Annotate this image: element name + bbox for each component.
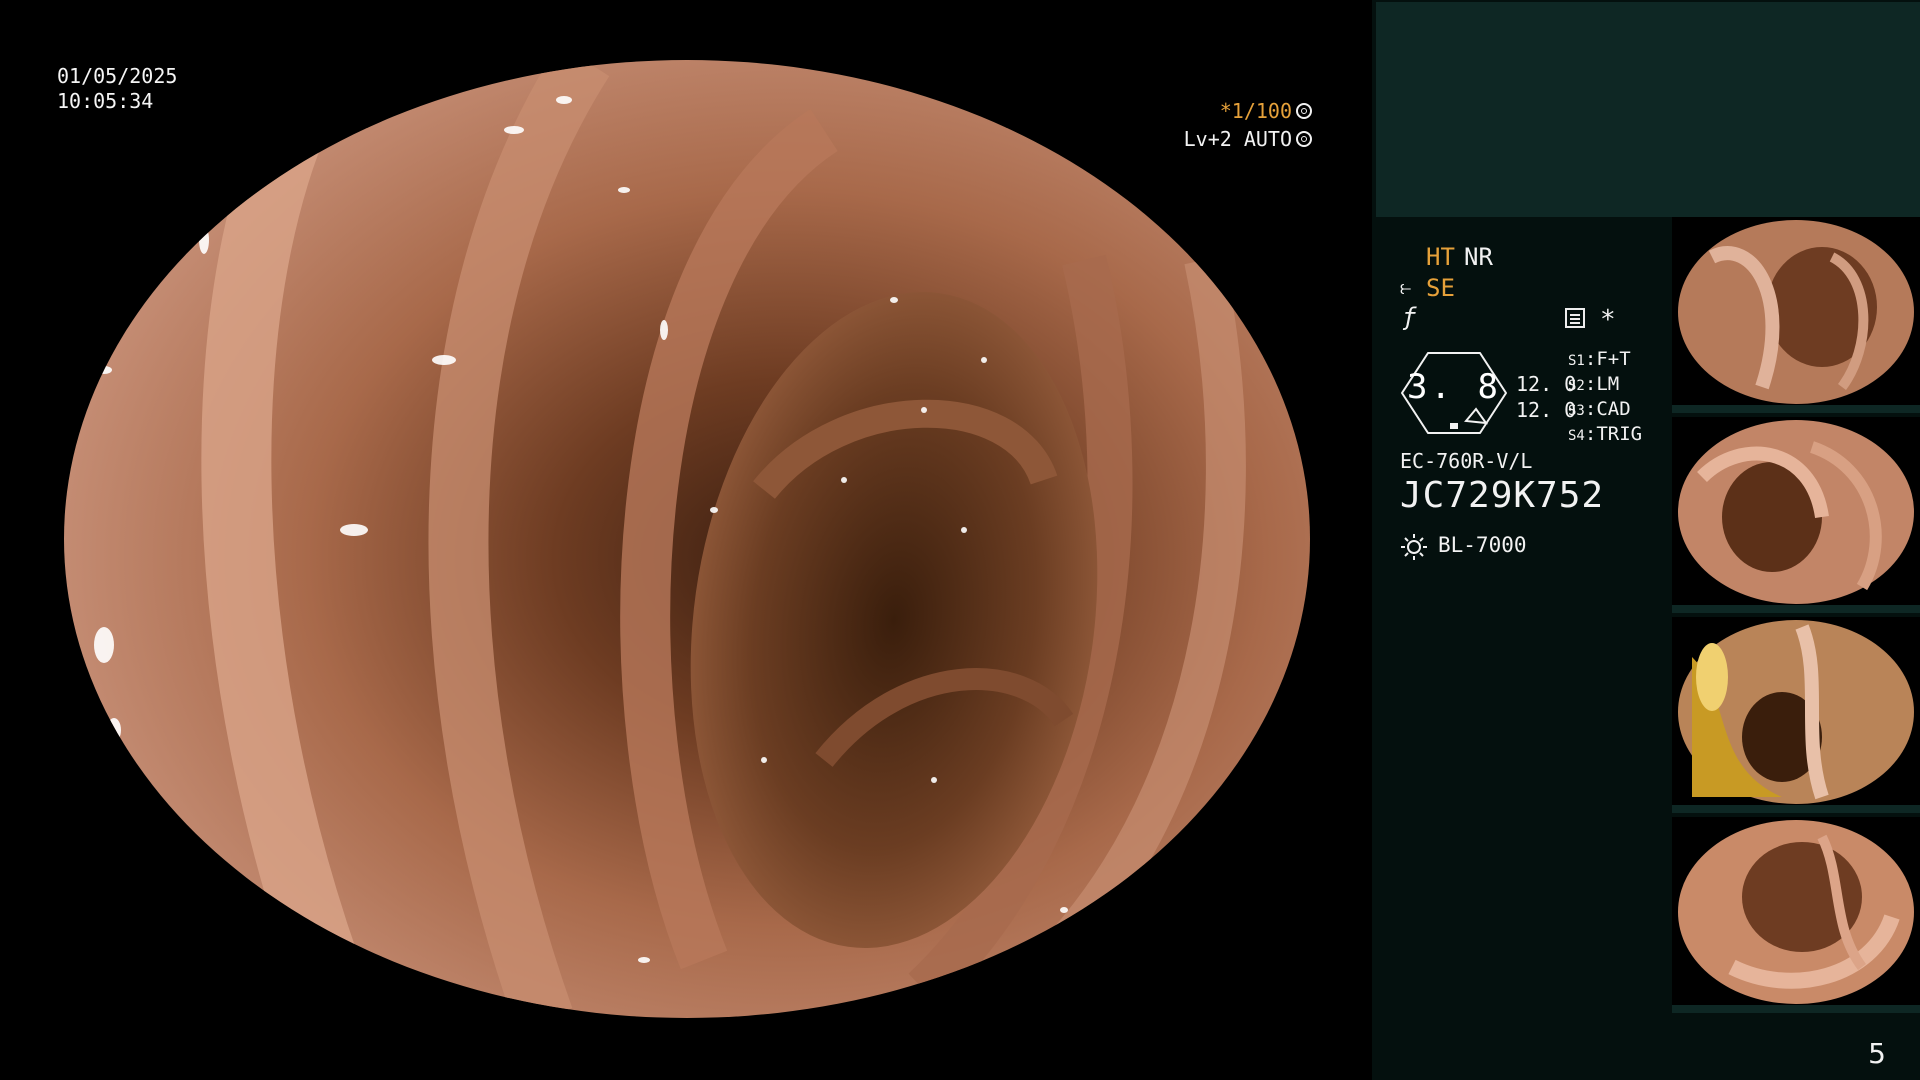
brightness-indicator: Lv+2 AUTO: [1184, 127, 1312, 151]
info-panel: HT NR ⥼ SE ƒ * 3. 8 12. 0 12. 0 S1:F+T S…: [1372, 0, 1920, 1080]
switch-1: S1:F+T: [1568, 348, 1631, 370]
iris-dial-icon: [1296, 131, 1312, 147]
switch-2: S2:LM: [1568, 373, 1620, 395]
switch-4: S4:TRIG: [1568, 423, 1643, 445]
light-source-icon: [1401, 534, 1427, 560]
panel-header: [1376, 2, 1920, 217]
endoscopic-image: [64, 60, 1310, 1018]
brightness-level: Lv+2 AUTO: [1183, 127, 1292, 151]
scope-model: EC-760R-V/L: [1400, 449, 1533, 473]
star-icon: *: [1600, 305, 1616, 335]
ht-indicator: HT: [1426, 243, 1455, 271]
nr-indicator: NR: [1464, 243, 1493, 271]
main-endoscope-view: 01/05/2025 10:05:34 *1/100 Lv+2 AUTO: [0, 0, 1372, 1080]
scope-tip-icon: ⥼: [1400, 275, 1412, 299]
captured-thumbnail-1[interactable]: [1672, 217, 1920, 413]
captured-thumbnail-2[interactable]: [1672, 417, 1920, 613]
scope-status-area: HT NR ⥼ SE ƒ * 3. 8 12. 0 12. 0 S1:F+T S…: [1372, 217, 1670, 817]
shutter-dial-icon: [1296, 103, 1312, 119]
switch-3: S3:CAD: [1568, 398, 1631, 420]
record-icon: [1565, 308, 1585, 328]
light-source-label: BL-7000: [1438, 533, 1527, 557]
f-mode-icon: ƒ: [1402, 303, 1417, 331]
shutter-value: *1/100: [1219, 99, 1292, 123]
time-display: 10:05:34: [57, 89, 154, 113]
page-number: 5: [1868, 1037, 1886, 1070]
shutter-indicator: *1/100: [1220, 99, 1312, 123]
date-display: 01/05/2025: [57, 64, 178, 88]
se-indicator: SE: [1426, 274, 1455, 302]
captured-thumbnail-4[interactable]: [1672, 817, 1920, 1013]
zoom-value: 3. 8: [1407, 367, 1501, 407]
scope-serial: JC729K752: [1400, 475, 1605, 516]
captured-thumbnail-3[interactable]: [1672, 617, 1920, 813]
